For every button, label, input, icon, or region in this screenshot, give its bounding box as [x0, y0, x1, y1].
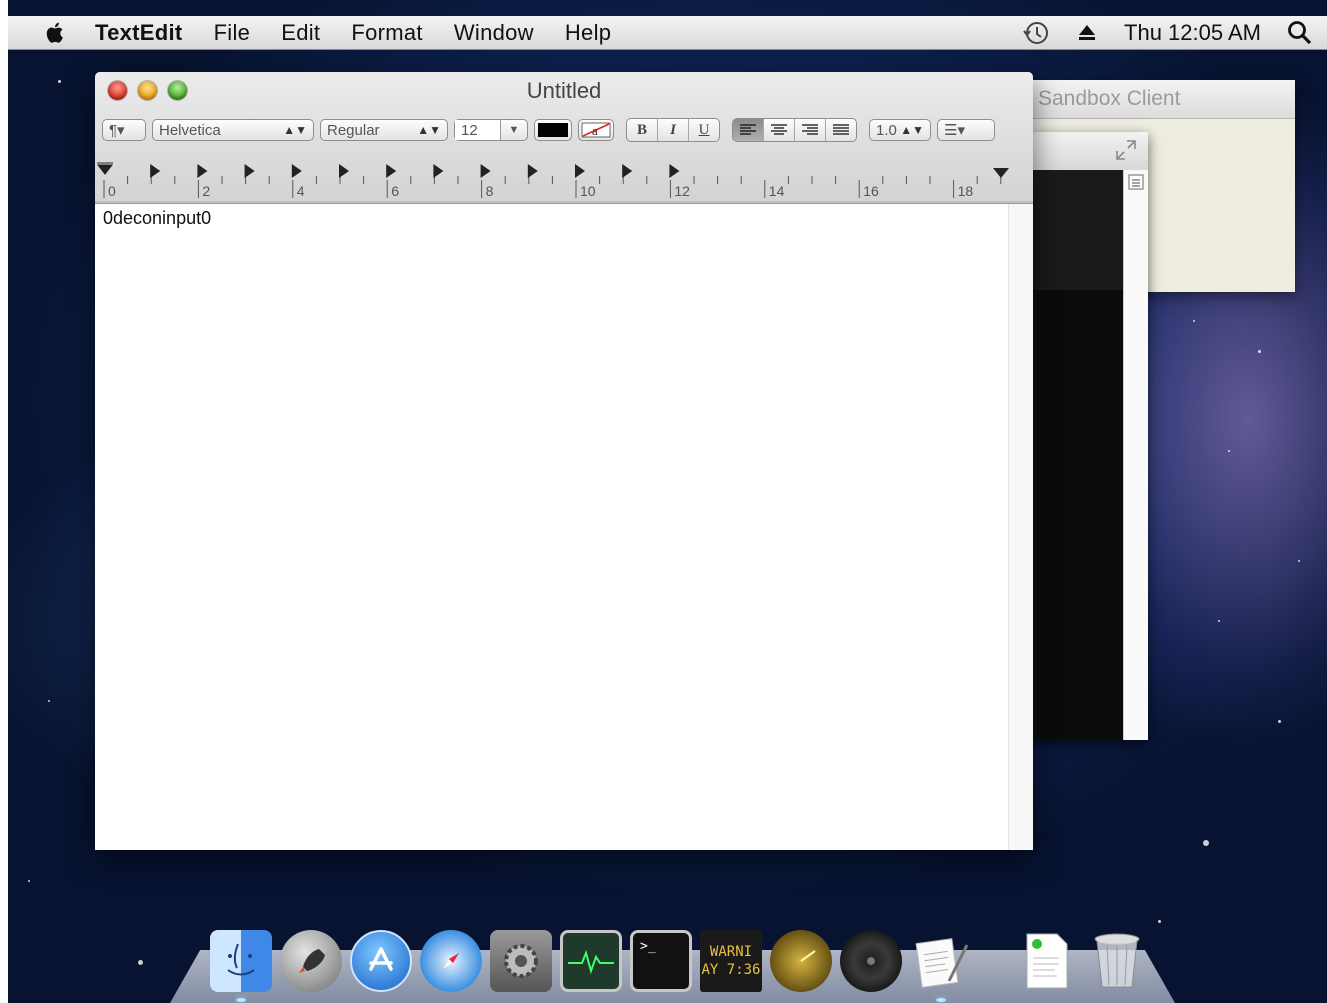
textedit-titlebar[interactable]: Untitled ¶▾ Helvetica ▲▼ Regular ▲▼ 12 ▼: [95, 72, 1033, 204]
document-text[interactable]: 0deconinput0: [103, 208, 211, 229]
paragraph-style-button[interactable]: ¶▾: [102, 119, 146, 141]
menu-format[interactable]: Format: [351, 20, 422, 46]
trash-icon[interactable]: [1086, 930, 1148, 992]
text-color-swatch: [538, 123, 568, 137]
tab-stop-marker[interactable]: [433, 164, 444, 178]
terminal-output: [1030, 170, 1124, 290]
tab-stop-marker[interactable]: [575, 164, 585, 178]
underline-button[interactable]: U: [689, 119, 719, 141]
line-spacing-value: 1.0: [876, 121, 897, 139]
tab-stop-marker[interactable]: [291, 164, 302, 178]
font-family-select[interactable]: Helvetica ▲▼: [152, 119, 314, 141]
highlight-color-button[interactable]: a: [578, 119, 614, 141]
align-left-icon: [740, 124, 756, 135]
tab-stop-marker[interactable]: [527, 164, 538, 178]
alignment-group: [732, 118, 857, 142]
line-spacing-select[interactable]: 1.0 ▲▼: [869, 119, 931, 141]
font-style-select[interactable]: Regular ▲▼: [320, 119, 448, 141]
font-size-combo[interactable]: 12 ▼: [454, 119, 528, 141]
font-style-value: Regular: [327, 121, 380, 139]
ruler[interactable]: 0 2 4 6 8 10 12 14 16 18: [95, 154, 1033, 203]
console-time-text: AY 7:36: [701, 962, 761, 978]
radar-icon[interactable]: [770, 930, 832, 992]
menu-app-textedit[interactable]: TextEdit: [95, 20, 183, 46]
finder-icon[interactable]: [210, 930, 272, 1002]
updown-arrows-icon: ▲▼: [900, 123, 924, 137]
terminal-scrollbar[interactable]: [1123, 170, 1148, 740]
align-center-icon: [771, 124, 787, 135]
ruler-label: 10: [580, 183, 596, 199]
eject-icon[interactable]: [1076, 23, 1098, 43]
text-color-button[interactable]: [534, 119, 572, 141]
right-margin-marker[interactable]: [993, 168, 1009, 178]
tab-stop-marker[interactable]: [386, 164, 397, 178]
document-icon[interactable]: [1016, 930, 1078, 992]
terminal-titlebar[interactable]: [1030, 132, 1148, 170]
menu-window[interactable]: Window: [454, 20, 534, 46]
align-right-button[interactable]: [795, 119, 826, 141]
ruler-label: 14: [769, 183, 785, 199]
ruler-label: 12: [674, 183, 690, 199]
updown-arrows-icon: ▲▼: [417, 123, 441, 137]
ruler-label: 4: [297, 183, 305, 199]
tab-stop-marker[interactable]: [244, 164, 255, 178]
textedit-icon[interactable]: [910, 930, 972, 1002]
safari-icon[interactable]: [420, 930, 482, 992]
font-size-value[interactable]: 12: [455, 120, 501, 140]
tab-stop-marker[interactable]: [197, 164, 208, 178]
dock: >_ WARNI AY 7:36: [210, 922, 1156, 1002]
scroll-list-icon[interactable]: [1128, 174, 1144, 190]
menu-edit[interactable]: Edit: [281, 20, 320, 46]
align-right-icon: [802, 124, 818, 135]
window-title: Untitled: [526, 78, 602, 103]
time-machine-icon[interactable]: [1022, 20, 1050, 46]
textedit-window[interactable]: Untitled ¶▾ Helvetica ▲▼ Regular ▲▼ 12 ▼: [95, 72, 1033, 850]
list-style-button[interactable]: ☰▾: [937, 119, 995, 141]
highlight-a-icon: a: [581, 122, 611, 138]
chevron-down-icon[interactable]: ▼: [501, 124, 527, 136]
console-icon[interactable]: WARNI AY 7:36: [700, 930, 762, 992]
sandbox-client-title: Sandbox Client: [1030, 80, 1295, 119]
system-preferences-icon[interactable]: [490, 930, 552, 992]
format-toolbar: ¶▾ Helvetica ▲▼ Regular ▲▼ 12 ▼ a: [102, 118, 1001, 142]
app-store-icon[interactable]: [350, 930, 412, 992]
ruler-label: 0: [108, 183, 116, 199]
bold-italic-underline-group: B I U: [626, 118, 720, 142]
font-family-value: Helvetica: [159, 121, 221, 139]
ruler-label: 2: [202, 183, 210, 199]
ruler-label: 8: [486, 183, 494, 199]
console-warning-text: WARNI: [709, 944, 753, 960]
dvd-player-icon[interactable]: [840, 930, 902, 992]
tab-stop-marker[interactable]: [669, 164, 680, 178]
justify-button[interactable]: [826, 119, 856, 141]
document-scrollbar[interactable]: [1008, 204, 1033, 850]
justify-icon: [833, 124, 849, 135]
bold-button[interactable]: B: [627, 119, 658, 141]
activity-monitor-icon[interactable]: [560, 930, 622, 992]
tab-stop-marker[interactable]: [339, 164, 349, 178]
tab-stop-marker[interactable]: [150, 164, 161, 178]
italic-button[interactable]: I: [658, 119, 689, 141]
menu-help[interactable]: Help: [565, 20, 611, 46]
terminal-icon[interactable]: >_: [630, 930, 692, 992]
ruler-label: 18: [958, 183, 974, 199]
tab-stop-marker[interactable]: [622, 164, 633, 178]
updown-arrows-icon: ▲▼: [283, 123, 307, 137]
background-terminal-window[interactable]: [1030, 132, 1148, 740]
launchpad-icon[interactable]: [280, 930, 342, 992]
ruler-label: 6: [391, 183, 399, 199]
menu-clock[interactable]: Thu 12:05 AM: [1124, 20, 1261, 46]
tab-stop-marker[interactable]: [480, 164, 491, 178]
ruler-label: 16: [863, 183, 879, 199]
apple-icon[interactable]: [41, 20, 71, 46]
document-area[interactable]: 0deconinput0: [95, 204, 1033, 850]
menu-bar: TextEdit File Edit Format Window Help Th…: [8, 16, 1327, 50]
spotlight-search-icon[interactable]: [1287, 20, 1313, 46]
menu-file[interactable]: File: [214, 20, 251, 46]
align-center-button[interactable]: [764, 119, 795, 141]
left-indent-marker[interactable]: [96, 162, 114, 175]
fullscreen-icon[interactable]: [1114, 138, 1138, 162]
align-left-button[interactable]: [733, 119, 764, 141]
